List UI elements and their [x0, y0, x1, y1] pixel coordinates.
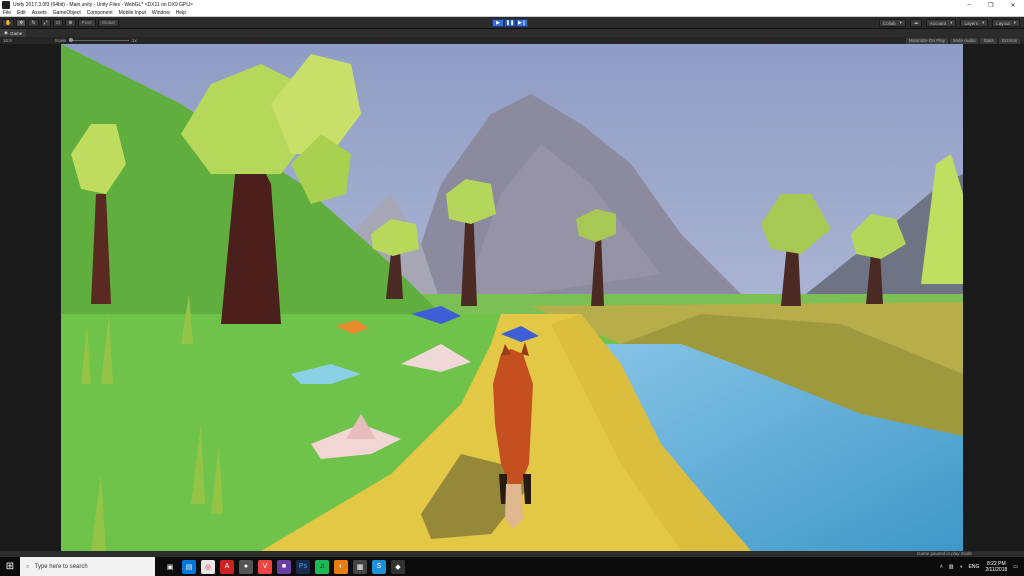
search-icon: ○ [26, 563, 30, 570]
collab-label: Collab [882, 20, 896, 26]
clock-date: 2/11/2018 [985, 566, 1008, 573]
aspect-dropdown[interactable]: 16:9 [0, 38, 15, 43]
system-tray: ˄ ▥ ◖ ENG 8:22 PM 2/11/2018 ▭ [940, 557, 1018, 576]
window-title: Unity 2017.3.0f3 (64bit) - Main.unity - … [13, 2, 193, 8]
language-indicator[interactable]: ENG [969, 564, 980, 570]
clock[interactable]: 8:22 PM 2/11/2018 [985, 561, 1007, 573]
app-purple-icon[interactable]: ■ [277, 559, 291, 574]
game-tab-strip: ◉ Game [0, 29, 1024, 37]
game-view-controls: 16:9 Scale 1x Maximize On Play Mute Audi… [0, 37, 1024, 44]
menu-component[interactable]: Component [84, 10, 116, 16]
tab-game[interactable]: ◉ Game [0, 29, 27, 37]
scale-tool-icon[interactable]: ⤢ [40, 18, 51, 27]
scale-control: Scale 1x [55, 38, 137, 43]
cloud-icon[interactable]: ☁ [909, 19, 922, 27]
global-toggle[interactable]: Global [97, 18, 119, 27]
scale-value: 1x [132, 38, 137, 43]
account-label: Account [929, 20, 947, 26]
menu-edit[interactable]: Edit [14, 10, 29, 16]
game-view-options: Maximize On Play Mute Audio Stats Gizmos [905, 37, 1020, 44]
scale-slider-handle[interactable] [69, 38, 74, 42]
windows-taskbar: ⊞ ○ Type here to search ▣ ▤ ◎ A ● V ■ Ps… [0, 557, 1024, 576]
pause-button[interactable]: ❚❚ [504, 19, 516, 27]
menu-file[interactable]: File [0, 10, 14, 16]
unity-taskbar-icon[interactable]: ◆ [391, 559, 405, 574]
layout-dropdown[interactable]: Layout ▾ [992, 19, 1020, 27]
spotify-icon[interactable]: ♫ [315, 559, 329, 574]
unity-editor-window: Unity 2017.3.0f3 (64bit) - Main.unity - … [0, 0, 1024, 576]
rect-tool-icon[interactable]: ▭ [52, 18, 64, 27]
menu-gameobject[interactable]: GameObject [50, 10, 84, 16]
play-controls: ▶ ❚❚ ▶❙ [492, 19, 528, 27]
tray-chevron-icon[interactable]: ˄ [940, 564, 943, 570]
layers-dropdown[interactable]: Layers ▾ [960, 19, 989, 27]
taskbar-apps: ▣ ▤ ◎ A ● V ■ Ps ♫ ◐ ▦ S ◆ [163, 559, 405, 574]
rotate-tool-icon[interactable]: ↻ [28, 18, 39, 27]
layers-label: Layers [964, 20, 978, 26]
layout-label: Layout [996, 20, 1010, 26]
task-view-icon[interactable]: ▣ [163, 560, 177, 574]
skype-icon[interactable]: S [372, 559, 386, 574]
scale-label: Scale [54, 38, 67, 43]
play-button[interactable]: ▶ [492, 19, 504, 27]
photoshop-icon[interactable]: Ps [296, 559, 310, 574]
chrome-icon[interactable]: ◎ [201, 559, 215, 574]
volume-icon[interactable]: ◖ [960, 564, 963, 570]
blender-icon[interactable]: ◐ [334, 559, 348, 574]
gamepad-icon: ◉ [4, 30, 8, 35]
collab-dropdown[interactable]: Collab ▾ [878, 19, 906, 27]
menu-window[interactable]: Window [149, 10, 173, 16]
app-circle-icon[interactable]: ● [239, 559, 253, 574]
chevron-down-icon: ▾ [981, 20, 985, 25]
title-bar: Unity 2017.3.0f3 (64bit) - Main.unity - … [0, 0, 1024, 10]
pivot-toggle[interactable]: Pivot [77, 18, 96, 27]
app-red-icon[interactable]: A [220, 559, 234, 574]
taskbar-search-box[interactable]: ○ Type here to search [20, 557, 155, 576]
clock-time: 8:22 PM [987, 560, 1006, 567]
pivot-label: Pivot [81, 20, 92, 25]
stats-toggle[interactable]: Stats [980, 37, 997, 44]
chevron-down-icon: ▾ [950, 20, 953, 25]
unity-logo-icon [2, 1, 10, 9]
windows-start-icon[interactable]: ⊞ [0, 557, 20, 576]
network-icon[interactable]: ▥ [949, 564, 954, 570]
app-gray-icon[interactable]: ▦ [353, 559, 367, 574]
tab-game-label: Game [9, 30, 23, 36]
gizmos-dropdown[interactable]: Gizmos [998, 37, 1020, 44]
step-button[interactable]: ▶❙ [516, 19, 528, 27]
maximize-on-play-toggle[interactable]: Maximize On Play [905, 37, 948, 44]
file-explorer-icon[interactable]: ▤ [182, 559, 196, 574]
minimize-button[interactable]: – [958, 0, 980, 10]
main-toolbar: ✋ ✥ ↻ ⤢ ▭ ⊕ Pivot Global ▶ ❚❚ ▶❙ Collab ▾… [0, 17, 1024, 29]
vivaldi-icon[interactable]: V [258, 559, 272, 574]
close-button[interactable]: ✕ [1002, 0, 1024, 10]
hand-tool-icon[interactable]: ✋ [2, 18, 15, 27]
account-dropdown[interactable]: Account ▾ [925, 19, 957, 27]
game-scene [61, 44, 963, 551]
menu-help[interactable]: Help [173, 10, 189, 16]
transform-tool-icon[interactable]: ⊕ [65, 18, 76, 27]
search-placeholder: Type here to search [34, 563, 88, 570]
menu-assets[interactable]: Assets [29, 10, 50, 16]
global-label: Global [101, 20, 115, 25]
game-viewport[interactable] [61, 44, 963, 551]
toolbar-right: Collab ▾ ☁ Account ▾ Layers ▾ Layout ▾ [878, 19, 1020, 27]
menu-mobile-input[interactable]: Mobile Input [116, 10, 149, 16]
menu-bar: File Edit Assets GameObject Component Mo… [0, 10, 1024, 17]
chevron-down-icon: ▾ [1013, 20, 1016, 25]
maximize-button[interactable]: ❐ [980, 0, 1002, 10]
scale-slider[interactable] [69, 38, 130, 42]
notifications-icon[interactable]: ▭ [1013, 564, 1018, 570]
mute-audio-toggle[interactable]: Mute Audio [949, 37, 979, 44]
chevron-down-icon: ▾ [899, 20, 902, 25]
status-message: Game paused in play mode [916, 551, 972, 556]
move-tool-icon[interactable]: ✥ [16, 18, 27, 27]
